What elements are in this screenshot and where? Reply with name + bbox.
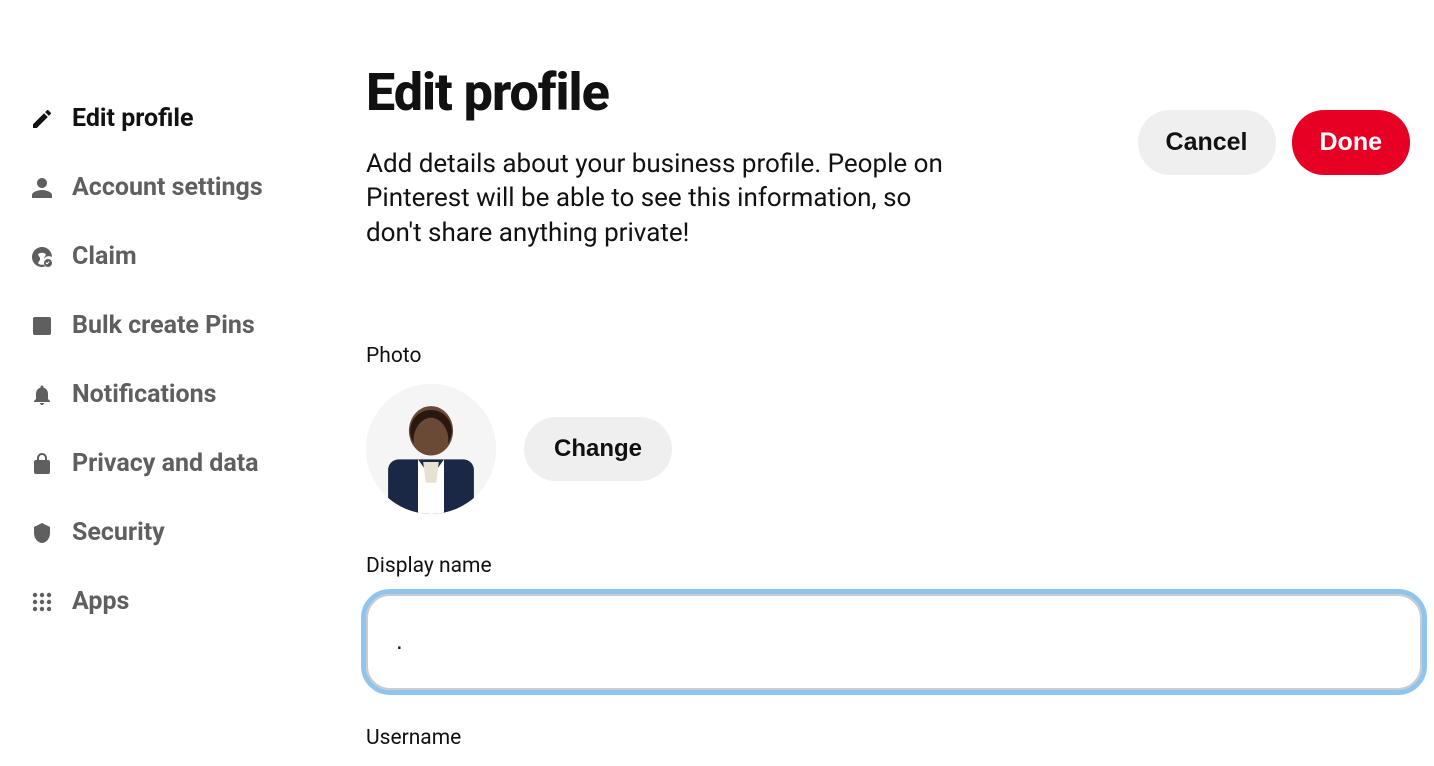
sidebar-item-label: Privacy and data	[72, 449, 259, 478]
sidebar-item-label: Claim	[72, 242, 137, 271]
sidebar-item-apps[interactable]: Apps	[30, 567, 330, 636]
display-name-label: Display name	[366, 554, 1424, 578]
username-label: Username	[366, 726, 1424, 750]
page-description: Add details about your business profile.…	[366, 147, 946, 250]
globe-check-icon	[30, 245, 54, 269]
cancel-button[interactable]: Cancel	[1138, 110, 1276, 175]
sidebar-item-label: Bulk create Pins	[72, 311, 255, 340]
done-button[interactable]: Done	[1292, 110, 1411, 175]
display-name-section: Display name	[366, 554, 1424, 690]
photo-row: Change	[366, 384, 1424, 514]
pencil-icon	[30, 107, 54, 131]
sidebar-item-label: Edit profile	[72, 104, 194, 133]
bell-icon	[30, 383, 54, 407]
shield-icon	[30, 521, 54, 545]
sidebar-item-claim[interactable]: Claim	[30, 222, 330, 291]
lock-icon	[30, 452, 54, 476]
change-photo-button[interactable]: Change	[524, 417, 672, 481]
sidebar-item-bulk-create-pins[interactable]: Bulk create Pins	[30, 291, 330, 360]
photo-label: Photo	[366, 344, 1424, 368]
sidebar-item-privacy-data[interactable]: Privacy and data	[30, 429, 330, 498]
sidebar-item-security[interactable]: Security	[30, 498, 330, 567]
grid-icon	[30, 590, 54, 614]
sidebar-item-label: Notifications	[72, 380, 217, 409]
sidebar-item-account-settings[interactable]: Account settings	[30, 153, 330, 222]
sidebar-item-edit-profile[interactable]: Edit profile	[30, 84, 330, 153]
sidebar-item-label: Security	[72, 518, 165, 547]
sidebar-item-notifications[interactable]: Notifications	[30, 360, 330, 429]
person-icon	[30, 176, 54, 200]
arrow-box-icon	[30, 314, 54, 338]
username-section: Username	[366, 726, 1424, 750]
sidebar-item-label: Apps	[72, 587, 129, 616]
photo-section: Photo Change	[366, 344, 1424, 514]
display-name-input[interactable]	[366, 594, 1422, 690]
settings-sidebar: Edit profile Account settings Claim Bulk…	[30, 84, 330, 636]
avatar	[366, 384, 496, 514]
action-buttons: Cancel Done	[1138, 110, 1410, 175]
sidebar-item-label: Account settings	[72, 173, 263, 202]
